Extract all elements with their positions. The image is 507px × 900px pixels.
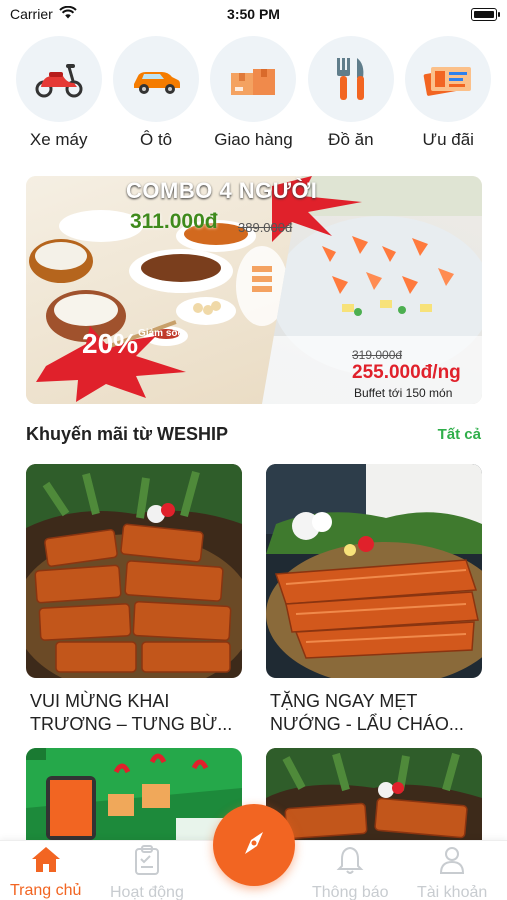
wifi-icon <box>59 5 77 22</box>
promo-card-image <box>266 464 482 678</box>
promo-banner[interactable]: COMBO 4 NGƯỜI 311.000đ 389.000đ 20%Giảm … <box>26 176 482 404</box>
battery-icon <box>471 7 500 21</box>
nav-label: Tài khoản <box>417 884 488 900</box>
service-label: Ưu đãi <box>422 130 474 149</box>
user-icon <box>438 845 466 880</box>
promo-card[interactable]: VUI MỪNG KHAI TRƯƠNG – TƯNG BỪ... <box>26 464 242 736</box>
buffet-old-price: 319.000đ <box>352 348 403 362</box>
promo-card-title-line2: NƯỚNG - LẨU CHÁO... <box>270 714 464 734</box>
status-left: Carrier <box>10 5 77 22</box>
service-shortcuts: Xe máy Ô tô Giao hàng Đồ ăn Ưu đãi <box>0 36 507 156</box>
promo-card-title-line1: TẶNG NGAY MẸT <box>270 691 418 711</box>
car-icon <box>113 36 200 122</box>
nav-label: Trang chủ <box>10 882 82 899</box>
clock: 3:50 PM <box>227 6 280 22</box>
promo-card-image <box>26 748 242 840</box>
promo-card-image <box>26 464 242 678</box>
discount-badge: 20%Giảm sốc <box>82 328 183 360</box>
compass-icon <box>237 826 271 865</box>
scooter-icon <box>15 36 102 122</box>
discount-note: Giảm sốc <box>138 328 184 339</box>
package-icon <box>210 36 297 122</box>
promo-card-image <box>266 748 482 840</box>
nav-notifications[interactable]: Thông báo <box>312 845 389 900</box>
service-label: Đồ ăn <box>328 130 374 149</box>
clipboard-icon <box>133 845 161 880</box>
explore-fab-button[interactable] <box>213 804 295 886</box>
see-all-link[interactable]: Tất cả <box>438 426 481 443</box>
combo-price: 311.000đ <box>130 210 218 233</box>
nav-label: Hoạt động <box>110 884 184 900</box>
nav-home[interactable]: Trang chủ <box>10 845 81 900</box>
bell-icon <box>336 845 364 880</box>
service-motorbike[interactable]: Xe máy <box>13 36 105 156</box>
service-food[interactable]: Đồ ăn <box>305 36 397 156</box>
service-car[interactable]: Ô tô <box>110 36 202 156</box>
voucher-icon <box>405 36 492 122</box>
buffet-price: 255.000đ/ng <box>352 362 461 383</box>
service-label: Ô tô <box>140 130 173 149</box>
nav-activity[interactable]: Hoạt động <box>110 845 184 900</box>
fork-knife-icon <box>307 36 394 122</box>
carrier-label: Carrier <box>10 6 53 22</box>
status-bar: Carrier 3:50 PM <box>0 0 507 28</box>
service-deals[interactable]: Ưu đãi <box>402 36 494 156</box>
combo-title: COMBO 4 NGƯỜI <box>126 178 318 203</box>
discount-value: 20% <box>82 328 139 359</box>
service-delivery[interactable]: Giao hàng <box>207 36 299 156</box>
promo-card-partial[interactable] <box>266 748 482 840</box>
nav-account[interactable]: Tài khoản <box>417 845 487 900</box>
section-title: Khuyến mãi từ WESHIP <box>26 424 229 444</box>
nav-label: Thông báo <box>312 884 389 900</box>
service-label: Giao hàng <box>214 130 293 149</box>
promo-card-partial[interactable] <box>26 748 242 840</box>
combo-old-price: 389.000đ <box>238 220 293 235</box>
home-icon <box>30 845 62 878</box>
promo-card-title-line2: TRƯƠNG – TƯNG BỪ... <box>30 714 233 734</box>
promo-card-title-line1: VUI MỪNG KHAI <box>30 691 170 711</box>
service-label: Xe máy <box>29 130 88 149</box>
buffet-note: Buffet tới 150 món <box>354 386 453 400</box>
promo-card[interactable]: TẶNG NGAY MẸT NƯỚNG - LẨU CHÁO... <box>266 464 482 736</box>
